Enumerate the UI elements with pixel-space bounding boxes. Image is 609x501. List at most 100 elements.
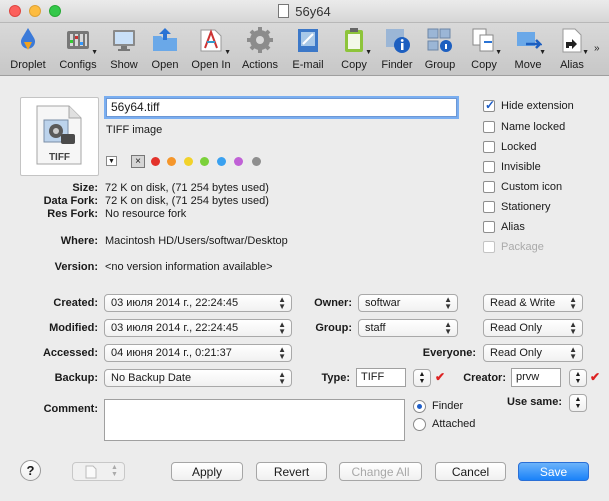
label-green-swatch[interactable] [200,157,209,166]
custom-icon-checkbox[interactable] [483,181,495,193]
comment-textarea[interactable] [104,399,405,441]
popup-arrows-icon: ▲ ▼ [278,295,286,311]
copy-files-icon [472,28,494,52]
version-label: Version: [54,261,98,273]
creator-menu-button[interactable]: ▲ ▼ [569,369,587,387]
modified-label: Modified: [49,322,98,334]
finder-radio-label: Finder [432,400,464,412]
owner-popup[interactable]: softwar ▲ ▼ [358,294,458,312]
res-fork-value: No resource fork [105,208,187,220]
everyone-permission-value: Read Only [490,347,542,359]
toolbar-finder[interactable]: Finder [381,23,413,75]
toolbar: Droplet ▼ Configs Show Open ▼ Open In Ac… [0,23,609,76]
popup-arrows-icon: ▲ ▼ [444,295,452,311]
cancel-button[interactable]: Cancel [435,462,506,481]
where-value: Macintosh HD/Users/softwar/Desktop [105,235,288,247]
chevron-down-icon: ▼ [539,49,546,56]
toolbar-configs[interactable]: ▼ Configs [58,23,98,75]
use-same-menu-button[interactable]: ▲ ▼ [569,394,587,412]
apply-label: Apply [191,465,223,479]
group-permission-value: Read Only [490,322,542,334]
hide-extension-label: Hide extension [501,100,574,112]
owner-permission-popup[interactable]: Read & Write ▲ ▼ [483,294,583,312]
help-button[interactable]: ? [20,460,41,481]
accessed-date-popup[interactable]: 04 июня 2014 г., 0:21:37 ▲ ▼ [104,344,292,362]
toolbar-alias[interactable]: ▼ Alias [555,23,589,75]
type-label: Type: [321,372,350,384]
change-all-label: Change All [351,465,410,479]
revert-label: Revert [273,465,310,479]
use-same-label: Use same: [506,396,562,408]
group-label: Group: [315,322,352,334]
popup-arrows-icon: ▲ ▼ [444,320,452,336]
name-locked-label: Name locked [501,121,566,133]
type-field[interactable]: TIFF [356,368,406,387]
created-date-popup[interactable]: 03 июля 2014 г., 22:24:45 ▲ ▼ [104,294,292,312]
attached-radio-label: Attached [432,418,476,430]
group-icon [427,28,452,52]
label-yellow-swatch[interactable] [184,157,193,166]
popup-arrows-icon: ▲ ▼ [278,345,286,361]
creator-field[interactable]: prvw [511,368,561,387]
popup-arrows-icon: ▲ ▼ [569,345,577,361]
popup-arrows-icon: ▲ ▼ [278,370,286,386]
stationery-checkbox[interactable] [483,201,495,213]
custom-icon-label: Custom icon [501,181,563,193]
label-orange-swatch[interactable] [167,157,176,166]
cancel-label: Cancel [451,465,490,479]
type-value: TIFF [361,371,385,383]
filename-field[interactable]: 56y64.tiff [106,98,457,117]
toolbar-open[interactable]: Open [149,23,181,75]
name-locked-checkbox[interactable] [483,121,495,133]
label-purple-swatch[interactable] [234,157,243,166]
backup-value: No Backup Date [111,372,192,384]
alias-label: Alias [501,221,525,233]
popup-arrows-icon: ▲ ▼ [569,295,577,311]
toolbar-overflow-icon[interactable]: » [594,43,600,54]
chevron-down-icon: ▼ [365,49,372,56]
no-label-swatch[interactable]: × [131,155,145,168]
locked-checkbox[interactable] [483,141,495,153]
action-menu-button[interactable]: ▲ ▼ [72,462,125,481]
label-gray-swatch[interactable] [252,157,261,166]
toolbar-email[interactable]: E-mail [292,23,324,75]
toolbar-droplet[interactable]: Droplet [8,23,48,75]
package-label: Package [501,241,544,253]
label-blue-swatch[interactable] [217,157,226,166]
toolbar-actions[interactable]: Actions [242,23,278,75]
toolbar-open-in[interactable]: ▼ Open In [191,23,231,75]
invisible-checkbox[interactable] [483,161,495,173]
where-label: Where: [60,235,98,247]
file-icon-label: TIFF [48,152,71,163]
everyone-permission-popup[interactable]: Read Only ▲ ▼ [483,344,583,362]
save-button[interactable]: Save [518,462,589,481]
toolbar-label: Alias [560,59,584,71]
move-icon [517,32,542,49]
modified-value: 03 июля 2014 г., 22:24:45 [111,322,239,334]
file-icon-well[interactable]: TIFF [20,97,99,176]
alias-checkbox[interactable] [483,221,495,233]
toolbar-show[interactable]: Show [108,23,140,75]
toolbar-group[interactable]: Group [423,23,457,75]
finder-radio[interactable] [413,400,426,413]
group-popup[interactable]: staff ▲ ▼ [358,319,458,337]
change-all-button[interactable]: Change All [339,462,422,481]
backup-date-popup[interactable]: No Backup Date ▲ ▼ [104,369,292,387]
show-icon [113,30,135,51]
toolbar-copy-files[interactable]: ▼ Copy [466,23,502,75]
popup-arrows-icon: ▲ ▼ [278,320,286,336]
size-label: Size: [72,182,98,194]
hide-extension-checkbox[interactable] [483,98,495,112]
revert-button[interactable]: Revert [256,462,327,481]
window-title-text: 56y64 [295,4,331,19]
label-menu-button[interactable]: ▼ [106,156,117,166]
toolbar-copy-clipboard[interactable]: ▼ Copy [336,23,372,75]
label-red-swatch[interactable] [151,157,160,166]
package-checkbox[interactable] [483,241,495,253]
type-menu-button[interactable]: ▲ ▼ [413,369,431,387]
modified-date-popup[interactable]: 03 июля 2014 г., 22:24:45 ▲ ▼ [104,319,292,337]
apply-button[interactable]: Apply [171,462,243,481]
attached-radio[interactable] [413,418,426,431]
group-permission-popup[interactable]: Read Only ▲ ▼ [483,319,583,337]
toolbar-move[interactable]: ▼ Move [510,23,546,75]
